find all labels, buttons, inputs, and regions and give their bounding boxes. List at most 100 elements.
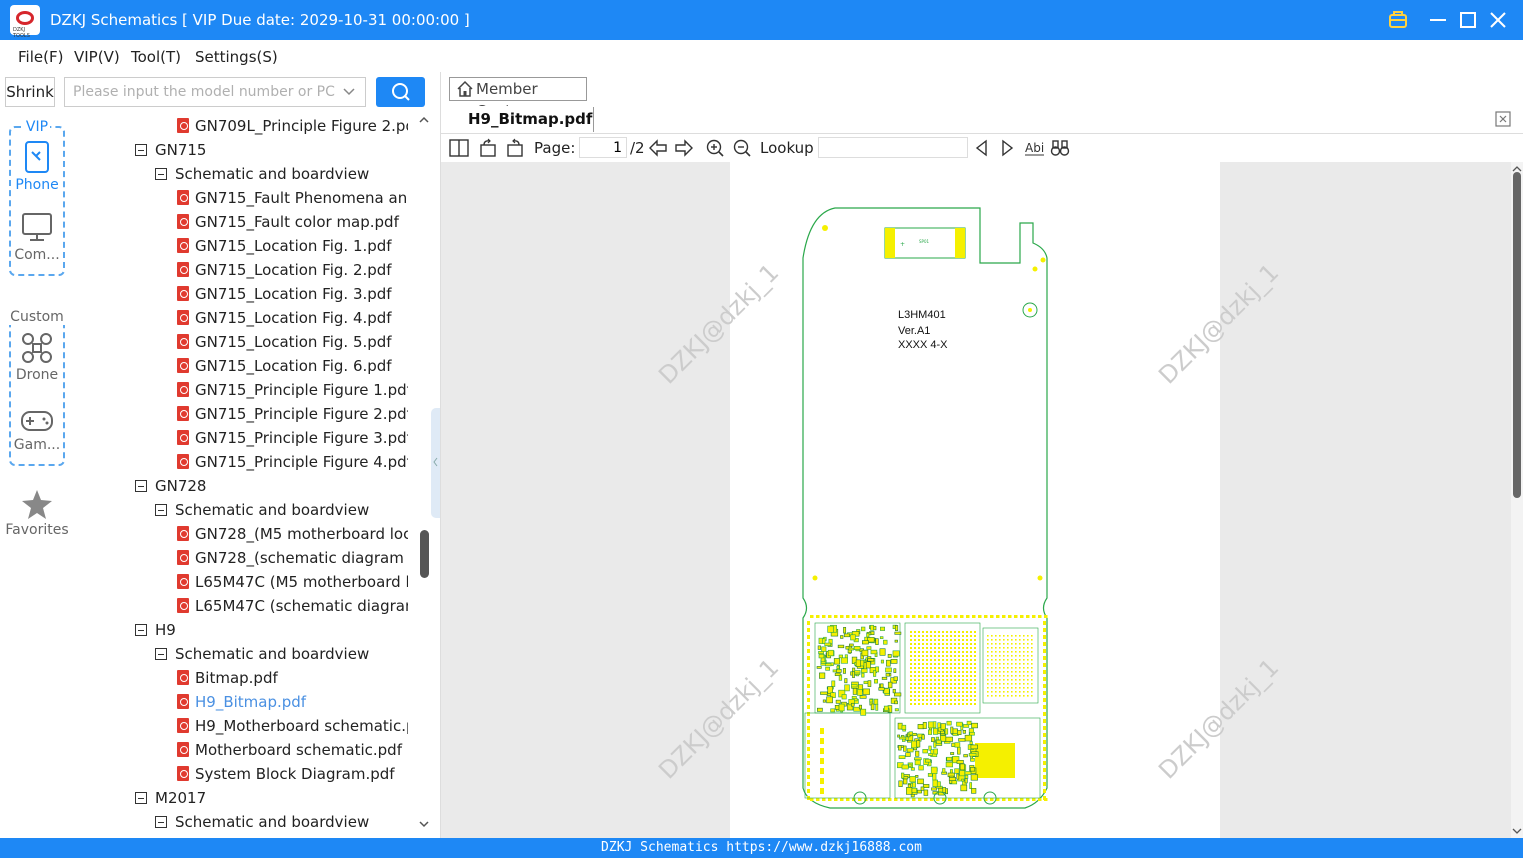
menu-tool[interactable]: Tool(T)	[131, 48, 181, 66]
drone-icon[interactable]	[20, 331, 54, 365]
vip-label-text: VIP	[23, 119, 51, 135]
tree-folder-item[interactable]: H9	[135, 618, 408, 642]
minimize-button[interactable]	[1426, 8, 1450, 32]
rail-game-label[interactable]: Gam...	[0, 437, 74, 453]
find-next-icon[interactable]	[997, 138, 1017, 158]
lookup-input[interactable]	[818, 137, 968, 158]
rotate-left-icon[interactable]	[478, 138, 498, 158]
tree-folder-item[interactable]: GN728	[135, 474, 408, 498]
tree-folder-item[interactable]: Schematic and boardview	[155, 642, 408, 666]
match-case-icon[interactable]: Abi	[1024, 138, 1044, 158]
tree-file-item[interactable]: Bitmap.pdf	[177, 666, 408, 690]
find-previous-icon[interactable]	[972, 138, 992, 158]
tree-folder-item[interactable]: GN715	[135, 138, 408, 162]
tree-file-item[interactable]: GN715_Location Fig. 3.pdf	[177, 282, 408, 306]
computer-icon[interactable]	[20, 210, 54, 244]
rail-favorites-label[interactable]: Favorites	[0, 522, 74, 538]
tree-scrollbar[interactable]	[417, 112, 431, 832]
gamepad-icon[interactable]	[20, 402, 54, 436]
tree-folder-item[interactable]: Schematic and boardview	[155, 162, 408, 186]
svg-text:+: +	[900, 241, 905, 248]
collapse-toggle-icon[interactable]	[135, 624, 147, 636]
collapse-toggle-icon[interactable]	[135, 144, 147, 156]
pdf-icon	[177, 286, 189, 301]
tree-file-item[interactable]: GN715_Location Fig. 4.pdf	[177, 306, 408, 330]
chevron-down-icon[interactable]	[341, 84, 357, 100]
tree-file-item[interactable]: H9_Motherboard schematic.pdf	[177, 714, 408, 738]
sidebar-toggle-icon[interactable]	[449, 138, 469, 158]
tree-file-item[interactable]: GN715_Location Fig. 5.pdf	[177, 330, 408, 354]
tree-folder-item[interactable]: M2017	[135, 786, 408, 810]
tree-file-item[interactable]: L65M47C (M5 motherboard loc	[177, 570, 408, 594]
maximize-button[interactable]	[1456, 8, 1480, 32]
tree-scrollbar-thumb[interactable]	[420, 530, 429, 578]
close-tab-icon[interactable]	[1494, 110, 1512, 128]
pdf-icon	[177, 262, 189, 277]
menu-settings[interactable]: Settings(S)	[195, 48, 278, 66]
tree-file-item[interactable]: GN715_Principle Figure 4.pdf	[177, 450, 408, 474]
tree-file-item[interactable]: GN715_Principle Figure 1.pdf	[177, 378, 408, 402]
viewer-scrollbar-thumb[interactable]	[1513, 172, 1521, 498]
tree-item-label: H9_Motherboard schematic.pdf	[195, 717, 408, 735]
collapse-toggle-icon[interactable]	[135, 480, 147, 492]
collapse-toggle-icon[interactable]	[135, 792, 147, 804]
collapse-toggle-icon[interactable]	[155, 504, 167, 516]
search-input[interactable]	[64, 77, 366, 107]
binoculars-icon[interactable]	[1050, 138, 1070, 158]
rail-computer-label[interactable]: Com...	[0, 247, 74, 263]
title-bar: DZKJ TOOLS DZKJ Schematics [ VIP Due dat…	[0, 0, 1523, 40]
zoom-out-icon[interactable]	[732, 138, 752, 158]
collapse-toggle-icon[interactable]	[155, 816, 167, 828]
shrink-button[interactable]: Shrink	[5, 77, 55, 107]
custom-label-text: Custom	[8, 309, 66, 325]
menu-file[interactable]: File(F)	[18, 48, 63, 66]
boardview-diagram[interactable]: SP01 + L3HM401 Ver.A1 XXXX 4-X	[795, 203, 1060, 813]
tree-file-item[interactable]: Motherboard schematic.pdf	[177, 738, 408, 762]
vip-label: VIP	[0, 119, 74, 135]
close-window-button[interactable]	[1486, 8, 1510, 32]
tree-item-label: GN715_Location Fig. 3.pdf	[195, 285, 392, 303]
vip-crown-icon[interactable]	[1386, 8, 1410, 32]
tree-file-item[interactable]: System Block Diagram.pdf	[177, 762, 408, 786]
collapse-toggle-icon[interactable]	[155, 648, 167, 660]
menu-vip[interactable]: VIP(V)	[74, 48, 120, 66]
tree-folder-item[interactable]: Schematic and boardview	[155, 810, 408, 834]
tree-file-item[interactable]: GN715_Fault color map.pdf	[177, 210, 408, 234]
star-icon[interactable]	[20, 488, 54, 522]
tree-file-item[interactable]: GN715_Location Fig. 6.pdf	[177, 354, 408, 378]
search-button[interactable]	[376, 77, 425, 107]
pdf-icon	[177, 526, 189, 541]
phone-icon[interactable]	[20, 140, 54, 174]
svg-text:Abi: Abi	[1025, 141, 1044, 155]
tree-file-item[interactable]: GN715_Location Fig. 2.pdf	[177, 258, 408, 282]
zoom-in-icon[interactable]	[705, 138, 725, 158]
tree-file-item[interactable]: GN709L_Principle Figure 2.pdf	[177, 114, 408, 138]
page-label: Page:	[534, 139, 576, 157]
tree-file-item[interactable]: GN715_Fault Phenomena and A	[177, 186, 408, 210]
rail-drone-label[interactable]: Drone	[0, 367, 74, 383]
tree-item-label: GN709L_Principle Figure 2.pdf	[195, 117, 408, 135]
svg-text:SP01: SP01	[919, 239, 929, 244]
tree-file-item[interactable]: GN715_Principle Figure 2.pdf	[177, 402, 408, 426]
tree-file-item[interactable]: GN728_(M5 motherboard locati	[177, 522, 408, 546]
tree-file-item[interactable]: H9_Bitmap.pdf	[177, 690, 408, 714]
pdf-icon	[177, 430, 189, 445]
tree-item-label: M2017	[155, 789, 207, 807]
arrow-right-icon[interactable]	[674, 138, 694, 158]
tree-item-label: Motherboard schematic.pdf	[195, 741, 402, 759]
component-area[interactable]	[804, 615, 1048, 805]
tree-file-item[interactable]: GN715_Principle Figure 3.pdf	[177, 426, 408, 450]
tree-item-label: GN715_Principle Figure 4.pdf	[195, 453, 408, 471]
tree-file-item[interactable]: L65M47C (schematic diagram o	[177, 594, 408, 618]
pdf-icon	[177, 694, 189, 709]
pdf-icon	[177, 718, 189, 733]
page-number-input[interactable]	[579, 137, 627, 158]
tree-file-item[interactable]: GN728_(schematic diagram of M	[177, 546, 408, 570]
arrow-left-icon[interactable]	[648, 138, 668, 158]
rotate-right-icon[interactable]	[505, 138, 525, 158]
collapse-toggle-icon[interactable]	[155, 168, 167, 180]
rail-phone-label[interactable]: Phone	[0, 177, 74, 193]
tree-folder-item[interactable]: Schematic and boardview	[155, 498, 408, 522]
tree-file-item[interactable]: GN715_Location Fig. 1.pdf	[177, 234, 408, 258]
tab-h9-bitmap[interactable]: H9_Bitmap.pdf	[468, 110, 592, 128]
